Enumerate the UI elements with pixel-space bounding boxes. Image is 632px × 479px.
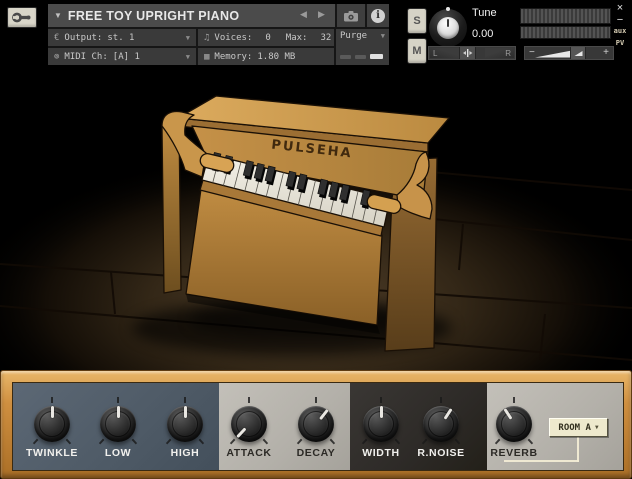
- chevron-down-icon: ▼: [594, 424, 599, 431]
- tune-knob[interactable]: [429, 7, 467, 47]
- kontakt-instrument-window: ▼ FREE TOY UPRIGHT PIANO ◀ ▶ i € Output:…: [0, 0, 632, 479]
- tune-knob-notch: [446, 7, 450, 11]
- memory-display: ▦ Memory: 1.80 MB: [198, 48, 334, 65]
- purge-label: Purge: [340, 31, 368, 41]
- window-controls: × − aux PV: [608, 2, 632, 49]
- instrument-header: ▼ FREE TOY UPRIGHT PIANO ◀ ▶ i € Output:…: [0, 0, 632, 68]
- led-bar-active: [370, 54, 383, 59]
- voices-label: Voices:: [214, 32, 253, 43]
- minimize-icon[interactable]: −: [617, 15, 623, 26]
- prev-instrument-button[interactable]: ◀: [300, 9, 307, 20]
- midi-value: [A] 1: [112, 51, 140, 62]
- info-icon: i: [371, 8, 385, 23]
- low-knob[interactable]: [97, 397, 139, 445]
- notes-icon: ♫: [204, 32, 210, 43]
- max-value: 32: [320, 32, 332, 43]
- output-value: st. 1: [107, 32, 135, 43]
- instrument-title: FREE TOY UPRIGHT PIANO: [67, 8, 240, 23]
- tune-value: 0.00: [472, 28, 494, 40]
- chevron-down-icon[interactable]: ▼: [54, 11, 62, 20]
- memory-label: Memory:: [214, 51, 253, 62]
- solo-button[interactable]: S: [407, 8, 427, 34]
- pan-left-label: L: [433, 49, 438, 58]
- pan-slider[interactable]: L R: [428, 46, 516, 60]
- max-label: Max:: [285, 32, 308, 43]
- load-indicator-leds: [340, 54, 385, 59]
- level-meter-left: [520, 8, 611, 24]
- chevron-down-icon: ▼: [185, 33, 190, 42]
- level-meter-right: [520, 26, 611, 39]
- instrument-header-module: ▼ FREE TOY UPRIGHT PIANO ◀ ▶ i € Output:…: [48, 4, 389, 65]
- reverb-connector-line: [577, 437, 579, 462]
- twinkle-knob[interactable]: [31, 397, 73, 445]
- midi-plug-icon: ⊚: [54, 51, 60, 62]
- output-selector[interactable]: € Output: st. 1 ▼: [48, 29, 196, 46]
- output-label: Output:: [64, 32, 103, 43]
- wrench-icon: [12, 12, 31, 23]
- rnoise-knob[interactable]: [420, 397, 462, 445]
- edit-instrument-button[interactable]: [7, 7, 37, 28]
- reverb-label: REVERB: [490, 447, 538, 459]
- chevron-down-icon: ▼: [380, 32, 385, 40]
- control-panel: TWINKLE LOW HIGH ATTACK DECAY WIDTH R.NO…: [0, 370, 632, 479]
- midi-label: MIDI Ch:: [64, 51, 108, 62]
- reverb-connector-line: [504, 460, 579, 462]
- led-bar: [340, 55, 351, 59]
- instrument-artwork: PULSEHA: [0, 68, 632, 458]
- pv-button[interactable]: PV: [616, 38, 624, 49]
- decay-knob[interactable]: [295, 397, 337, 445]
- tune-label: Tune: [472, 7, 497, 19]
- pan-center-icon: [463, 49, 473, 57]
- next-instrument-button[interactable]: ▶: [318, 9, 325, 20]
- pan-handle[interactable]: [459, 47, 476, 59]
- close-icon[interactable]: ×: [617, 2, 623, 14]
- volume-handle[interactable]: [570, 47, 586, 59]
- tune-knob-indicator: [447, 19, 449, 27]
- snapshot-button[interactable]: [337, 4, 365, 27]
- attack-knob[interactable]: [228, 397, 270, 445]
- reverb-type-dropdown[interactable]: ROOM A ▼: [549, 418, 608, 437]
- purge-menu[interactable]: Purge ▼: [336, 29, 389, 65]
- memory-value: 1.80 MB: [257, 51, 296, 62]
- led-bar: [355, 55, 366, 59]
- memory-chip-icon: ▦: [204, 51, 210, 62]
- volume-wedge-icon: [574, 50, 582, 56]
- camera-icon: [344, 10, 358, 21]
- pan-right-label: R: [505, 49, 511, 58]
- tune-knob-cap: [437, 17, 459, 39]
- voices-display: ♫ Voices: 0 Max: 32: [198, 29, 334, 46]
- width-knob[interactable]: [360, 397, 402, 445]
- chevron-down-icon: ▼: [185, 52, 190, 61]
- reverb-type-value: ROOM A: [558, 422, 591, 433]
- midi-channel-selector[interactable]: ⊚ MIDI Ch: [A] 1 ▼: [48, 48, 196, 65]
- mute-button[interactable]: M: [407, 38, 427, 64]
- aux-button[interactable]: aux: [614, 26, 627, 37]
- output-jack-icon: €: [54, 32, 60, 43]
- volume-slider[interactable]: − +: [524, 46, 614, 60]
- reverb-knob[interactable]: [493, 397, 535, 445]
- high-knob[interactable]: [164, 397, 206, 445]
- voices-value: 0: [265, 32, 271, 43]
- info-button[interactable]: i: [367, 4, 389, 27]
- toy-piano-scene: PULSEHA: [0, 68, 632, 458]
- instrument-titlebar[interactable]: ▼ FREE TOY UPRIGHT PIANO: [48, 4, 335, 27]
